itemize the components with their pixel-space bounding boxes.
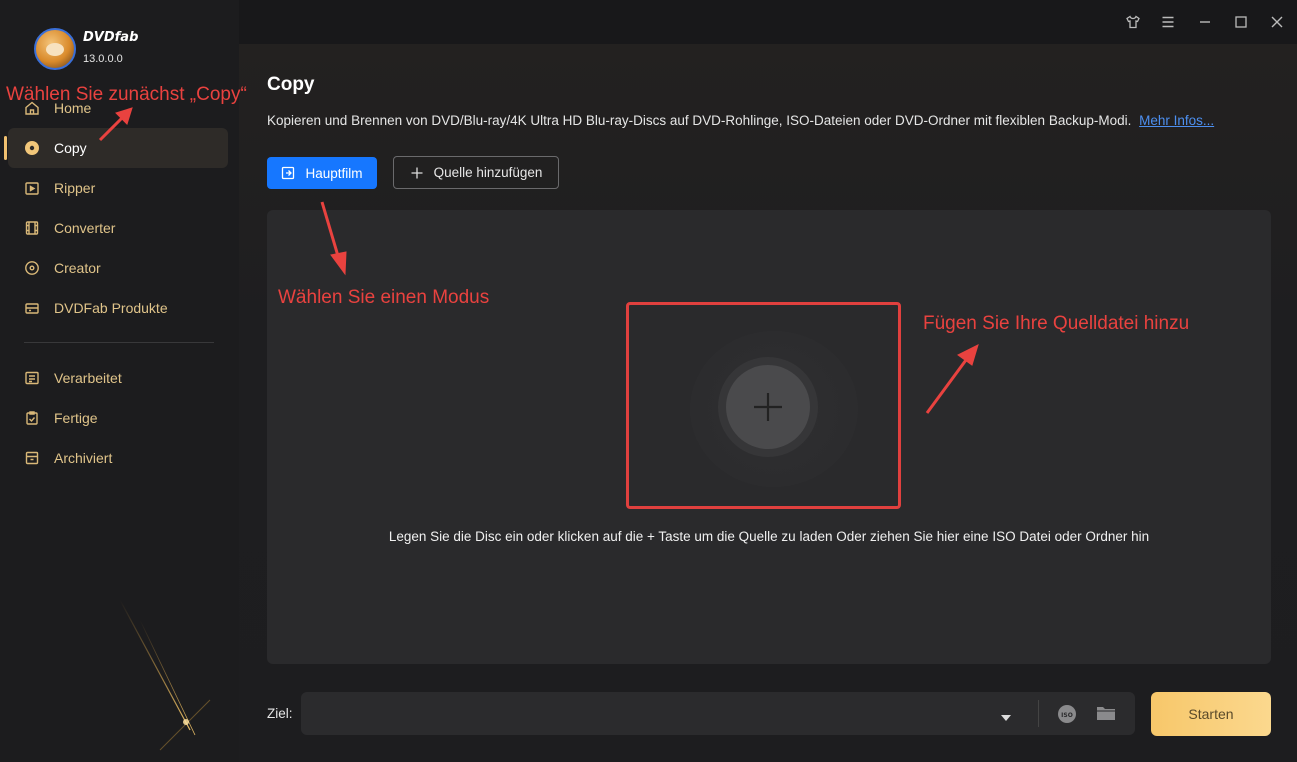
annotation-highlight-box xyxy=(626,302,901,509)
sidebar-divider xyxy=(24,342,214,343)
minimize-icon[interactable] xyxy=(1195,12,1215,32)
annotation-source-hint: Fügen Sie Ihre Quelldatei hinzu xyxy=(923,313,1190,334)
sidebar-item-copy[interactable]: Copy xyxy=(4,128,228,168)
folder-icon[interactable] xyxy=(1096,704,1116,727)
sidebar-item-fertige[interactable]: Fertige xyxy=(8,398,228,438)
products-icon xyxy=(24,300,40,316)
sidebar-item-dvdfab-produkte[interactable]: DVDFab Produkte xyxy=(8,288,228,328)
disc-icon xyxy=(24,140,40,156)
sidebar-item-label: Fertige xyxy=(54,410,98,426)
sidebar-item-label: Verarbeitet xyxy=(54,370,122,386)
archive-icon xyxy=(24,450,40,466)
start-button[interactable]: Starten xyxy=(1151,692,1271,736)
sidebar-item-label: DVDFab Produkte xyxy=(54,300,168,316)
sidebar-item-converter[interactable]: Converter xyxy=(8,208,228,248)
main-movie-mode-button[interactable]: Hauptfilm xyxy=(267,157,377,189)
maximize-icon[interactable] xyxy=(1231,12,1251,32)
sidebar: DVDfab 13.0.0.0 Home Copy Ripper Convert… xyxy=(0,0,239,762)
shirt-icon[interactable] xyxy=(1123,12,1143,32)
creator-disc-icon xyxy=(24,260,40,276)
target-separator xyxy=(1038,700,1039,727)
brand-name: DVDfab xyxy=(83,30,139,45)
iso-icon[interactable]: ISO xyxy=(1057,704,1077,729)
menu-icon[interactable] xyxy=(1158,12,1178,32)
svg-text:ISO: ISO xyxy=(1061,712,1073,719)
sidebar-item-label: Converter xyxy=(54,220,116,236)
page-description: Kopieren und Brennen von DVD/Blu-ray/4K … xyxy=(267,113,1214,128)
clipboard-check-icon xyxy=(24,410,40,426)
sidebar-item-creator[interactable]: Creator xyxy=(8,248,228,288)
description-text: Kopieren und Brennen von DVD/Blu-ray/4K … xyxy=(267,113,1132,128)
sidebar-item-archiviert[interactable]: Archiviert xyxy=(8,438,228,478)
add-source-button[interactable]: Quelle hinzufügen xyxy=(393,156,559,189)
app-logo: DVDfab 13.0.0.0 xyxy=(34,28,138,70)
sidebar-item-ripper[interactable]: Ripper xyxy=(8,168,228,208)
sidebar-item-label: Creator xyxy=(54,260,101,276)
sidebar-item-label: Ripper xyxy=(54,180,96,196)
sidebar-item-label: Copy xyxy=(54,140,87,156)
ripper-icon xyxy=(24,180,40,196)
sidebar-item-label: Archiviert xyxy=(54,450,113,466)
processing-list-icon xyxy=(24,370,40,386)
close-icon[interactable] xyxy=(1267,12,1287,32)
film-icon xyxy=(24,220,40,236)
annotation-mode-hint: Wählen Sie einen Modus xyxy=(278,287,490,308)
drop-zone-hint: Legen Sie die Disc ein oder klicken auf … xyxy=(388,529,1150,544)
app-version: 13.0.0.0 xyxy=(83,53,123,65)
more-info-link[interactable]: Mehr Infos... xyxy=(1139,113,1214,128)
plus-icon xyxy=(411,167,423,178)
annotation-copy-hint: Wählen Sie zunächst „Copy“ xyxy=(6,84,247,105)
dropdown-caret-icon[interactable] xyxy=(1001,709,1011,727)
target-label: Ziel: xyxy=(267,706,293,721)
add-source-label: Quelle hinzufügen xyxy=(433,165,543,180)
mode-button-label: Hauptfilm xyxy=(305,165,363,181)
light-streak-decoration xyxy=(120,599,211,751)
page-title: Copy xyxy=(267,74,315,95)
mode-icon xyxy=(282,166,295,180)
target-path-select[interactable]: ISO xyxy=(301,692,1135,735)
sidebar-item-verarbeitet[interactable]: Verarbeitet xyxy=(8,358,228,398)
dvdfab-logo-icon xyxy=(34,28,76,70)
title-bar xyxy=(239,0,1297,44)
